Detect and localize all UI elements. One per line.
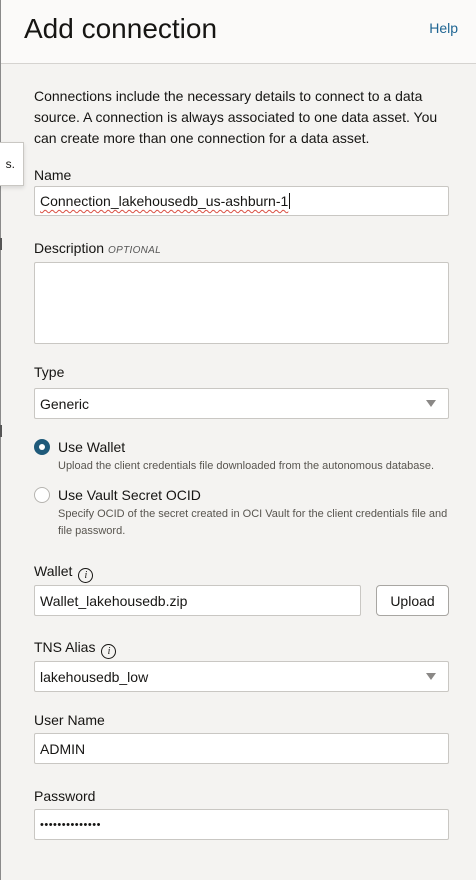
upload-button[interactable]: Upload bbox=[376, 585, 449, 616]
text-caret bbox=[289, 193, 291, 209]
radio-use-wallet[interactable]: Use Wallet bbox=[34, 439, 125, 455]
password-value: •••••••••••••• bbox=[40, 818, 101, 831]
use-wallet-help: Upload the client credentials file downl… bbox=[58, 460, 435, 472]
left-edge-marker bbox=[0, 238, 2, 250]
tooltip-text: s. bbox=[5, 157, 15, 171]
panel-header: Add connection Help bbox=[1, 0, 476, 64]
radio-use-wallet-label: Use Wallet bbox=[58, 439, 126, 455]
name-input[interactable]: Connection_lakehousedb_us-ashburn-1 bbox=[34, 186, 449, 216]
type-select[interactable]: Generic bbox=[34, 388, 449, 419]
wallet-file-value: Wallet_lakehousedb.zip bbox=[40, 592, 188, 609]
name-input-value: Connection_lakehousedb_us-ashburn-1 bbox=[40, 193, 289, 209]
user-name-value: ADMIN bbox=[40, 740, 86, 757]
optional-tag: OPTIONAL bbox=[108, 245, 161, 256]
background-tooltip: s. bbox=[0, 142, 24, 186]
chevron-down-icon bbox=[426, 400, 436, 407]
panel-left-border bbox=[0, 0, 1, 880]
intro-text: Connections include the necessary detail… bbox=[34, 88, 438, 146]
password-input[interactable]: •••••••••••••• bbox=[34, 809, 449, 840]
type-label: Type bbox=[34, 364, 65, 380]
radio-use-vault[interactable]: Use Vault Secret OCID bbox=[34, 487, 201, 503]
use-vault-help: Specify OCID of the secret created in OC… bbox=[58, 508, 448, 537]
name-label: Name bbox=[34, 167, 72, 183]
tns-alias-value: lakehousedb_low bbox=[40, 668, 149, 685]
description-textarea[interactable] bbox=[34, 262, 449, 344]
user-name-input[interactable]: ADMIN bbox=[34, 733, 449, 764]
tns-alias-select[interactable]: lakehousedb_low bbox=[34, 661, 449, 692]
wallet-label: Wallet i bbox=[34, 563, 94, 583]
password-label: Password bbox=[34, 788, 96, 804]
tns-alias-label: TNS Alias i bbox=[34, 639, 117, 659]
description-label: Description OPTIONAL bbox=[34, 240, 161, 256]
wallet-file-input[interactable]: Wallet_lakehousedb.zip bbox=[34, 585, 361, 616]
radio-button-unchecked[interactable] bbox=[34, 487, 50, 503]
type-select-value: Generic bbox=[40, 395, 90, 412]
radio-button-checked[interactable] bbox=[34, 439, 50, 455]
page-title: Add connection bbox=[24, 13, 218, 44]
info-icon[interactable]: i bbox=[101, 644, 117, 659]
radio-use-vault-label: Use Vault Secret OCID bbox=[58, 487, 201, 503]
chevron-down-icon bbox=[426, 673, 436, 680]
help-link[interactable]: Help bbox=[429, 20, 458, 36]
left-edge-marker bbox=[0, 425, 2, 437]
info-icon[interactable]: i bbox=[78, 568, 94, 583]
user-name-label: User Name bbox=[34, 712, 105, 728]
